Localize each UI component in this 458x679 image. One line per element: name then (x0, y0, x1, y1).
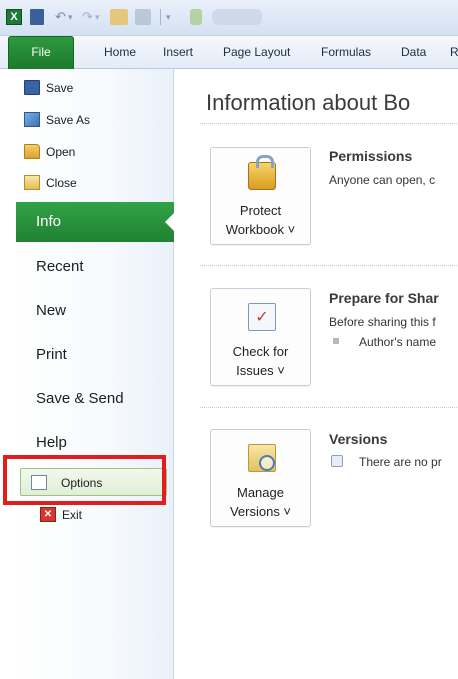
undo-icon[interactable]: ↶ (55, 9, 67, 25)
button-label: Check for (232, 344, 289, 359)
lock-icon (248, 155, 276, 190)
tab-data[interactable]: Data (401, 45, 426, 59)
tab-insert[interactable]: Insert (163, 45, 193, 59)
section-heading: Versions (329, 431, 388, 447)
versions-icon (248, 444, 276, 472)
document-icon (331, 455, 343, 467)
redo-icon[interactable]: ↷ (82, 9, 94, 25)
print-icon[interactable] (135, 9, 151, 25)
button-label: Versions ˅ (229, 504, 292, 519)
nav-tab-recent[interactable]: Recent (36, 258, 84, 275)
save-icon (24, 80, 40, 95)
tab-review[interactable]: R (450, 45, 458, 59)
info-pane: Information about Bo Protect Workbook ˅ … (175, 69, 458, 679)
check-for-issues-button[interactable]: ✓ Check for Issues ˅ (210, 288, 311, 386)
chevron-down-icon[interactable]: ▾ (95, 9, 103, 25)
highlight-box (3, 455, 166, 505)
document-check-icon: ✓ (248, 303, 276, 331)
protect-workbook-button[interactable]: Protect Workbook ˅ (210, 147, 311, 245)
page-title: Information about Bo (206, 90, 411, 115)
save-as-icon (24, 112, 40, 127)
divider (200, 265, 458, 266)
ribbon-tab-bar: File Home Insert Page Layout Formulas Da… (0, 36, 458, 69)
button-label: Protect (239, 203, 282, 218)
tab-home[interactable]: Home (104, 45, 136, 59)
save-as-label: Save As (46, 113, 91, 127)
nav-tab-save-send[interactable]: Save & Send (36, 390, 124, 407)
button-label: Manage (237, 485, 284, 500)
chevron-down-icon[interactable]: ▾ (68, 9, 76, 25)
close-label: Close (46, 176, 77, 190)
button-label: Workbook ˅ (225, 222, 296, 237)
save-command[interactable]: Save (16, 73, 174, 103)
exit-icon: ✕ (40, 507, 56, 522)
toolbar-separator (160, 9, 161, 25)
section-text: Anyone can open, c (329, 173, 436, 187)
save-icon[interactable] (30, 9, 44, 25)
nav-tab-print[interactable]: Print (36, 346, 67, 363)
section-text: There are no pr (359, 455, 442, 469)
open-icon[interactable] (110, 9, 128, 25)
excel-icon[interactable]: X (6, 9, 22, 25)
open-command[interactable]: Open (16, 137, 174, 167)
save-label: Save (46, 81, 74, 95)
nav-tab-info[interactable]: Info (16, 202, 175, 242)
list-item: Author's name (359, 335, 436, 349)
close-command[interactable]: Close (16, 168, 174, 198)
save-as-command[interactable]: Save As (16, 105, 174, 135)
nav-tab-info-label: Info (36, 213, 62, 230)
blurred-icon (190, 9, 202, 25)
bullet-icon (333, 338, 339, 344)
customize-icon[interactable]: ▾ (166, 9, 176, 25)
manage-versions-button[interactable]: Manage Versions ˅ (210, 429, 311, 527)
quick-access-toolbar: X ↶ ▾ ↷ ▾ ▾ (0, 0, 458, 36)
nav-tab-help[interactable]: Help (36, 434, 67, 451)
open-label: Open (46, 145, 76, 159)
tab-page-layout[interactable]: Page Layout (223, 45, 290, 59)
open-folder-icon (24, 144, 40, 159)
tab-file[interactable]: File (8, 36, 74, 69)
tab-formulas[interactable]: Formulas (321, 45, 371, 59)
divider (200, 407, 458, 408)
divider (200, 123, 458, 124)
section-heading: Prepare for Shar (329, 290, 439, 306)
button-label: Issues ˅ (236, 363, 285, 378)
section-heading: Permissions (329, 148, 413, 164)
exit-label: Exit (62, 508, 83, 522)
blurred-title (212, 9, 262, 25)
close-folder-icon (24, 175, 40, 190)
nav-tab-new[interactable]: New (36, 302, 66, 319)
section-text: Before sharing this f (329, 315, 436, 329)
backstage-nav: Save Save As Open Close Info Recent New … (16, 69, 175, 679)
